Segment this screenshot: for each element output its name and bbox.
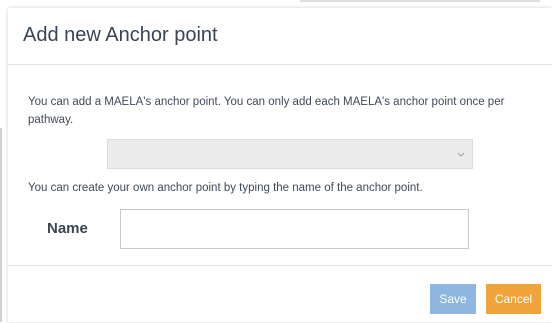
anchor-point-select[interactable] (107, 139, 473, 169)
chevron-down-icon (456, 147, 466, 159)
info-text: You can add a MAELA's anchor point. You … (28, 96, 505, 126)
name-label: Name (47, 220, 88, 237)
cancel-button[interactable]: Cancel (486, 284, 541, 314)
create-text: You can create your own anchor point by … (28, 182, 423, 194)
name-input[interactable] (120, 209, 469, 249)
backdrop-edge (0, 128, 2, 322)
dialog-title: Add new Anchor point (23, 24, 218, 46)
dialog-footer: Save Cancel (8, 265, 552, 323)
dialog-header: Add new Anchor point (8, 8, 552, 65)
save-button[interactable]: Save (430, 284, 476, 314)
add-anchor-point-dialog: Add new Anchor point You can add a MAELA… (8, 8, 552, 322)
dialog-body: You can add a MAELA's anchor point. You … (8, 65, 552, 265)
backdrop-edge (300, 0, 540, 2)
